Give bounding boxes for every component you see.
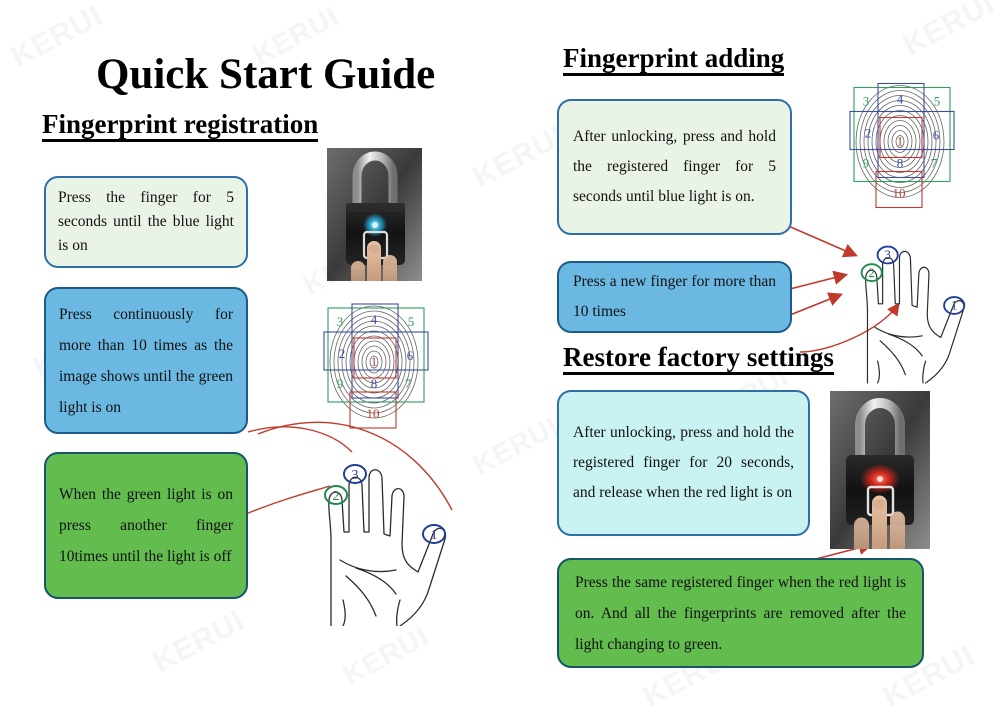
callout-restore-step-1: After unlocking, press and hold the regi… xyxy=(557,390,810,536)
quick-start-guide-page: KERUI KERUI KERUI KERUI KERUI KERUI KERU… xyxy=(0,0,1000,725)
zone-label: 3 xyxy=(337,314,344,329)
callout-adding-step-2: Press a new finger for more than 10 time… xyxy=(557,261,792,333)
fingerprint-zone-diagram: 1 2 3 4 5 6 7 8 9 10 xyxy=(838,78,968,216)
page-title: Quick Start Guide xyxy=(96,51,436,98)
zone-label: 8 xyxy=(897,156,904,171)
fingerprint-zone-diagram: 1 2 3 4 5 6 7 8 9 10 xyxy=(312,300,442,435)
zone-label: 5 xyxy=(408,314,415,329)
section-heading-restore: Restore factory settings xyxy=(563,343,834,376)
zone-label: 10 xyxy=(893,186,906,201)
zone-label: 9 xyxy=(337,376,344,391)
hand-marker-label: 3 xyxy=(885,248,891,262)
callout-registration-step-2: Press continuously for more than 10 time… xyxy=(44,287,248,434)
zone-label: 4 xyxy=(371,312,378,327)
hand-diagram: 1 2 3 xyxy=(838,228,998,388)
zone-label: 8 xyxy=(371,376,378,391)
zone-label: 6 xyxy=(933,128,940,143)
lock-photo-red-led xyxy=(830,391,930,549)
finger-markers: 1 2 3 xyxy=(860,245,966,315)
hand-marker-label: 3 xyxy=(352,468,359,483)
callout-text: Press continuously for more than 10 time… xyxy=(59,305,233,416)
callout-registration-step-1: Press the finger for 5 seconds until the… xyxy=(44,176,248,268)
finger-markers: 1 2 3 xyxy=(324,464,446,544)
zone-label: 9 xyxy=(863,156,870,171)
watermark: KERUI xyxy=(897,0,1000,63)
hand-marker-label: 2 xyxy=(333,489,340,504)
watermark: KERUI xyxy=(147,603,251,680)
watermark: KERUI xyxy=(467,118,571,195)
zone-label: 4 xyxy=(897,92,904,107)
hand-marker-label: 2 xyxy=(869,266,875,280)
zone-label: 6 xyxy=(407,348,414,363)
section-heading-registration: Fingerprint registration xyxy=(42,110,319,143)
zone-label: 1 xyxy=(897,134,904,149)
lock-photo-blue-led xyxy=(327,148,422,281)
hand-diagram: 1 2 3 xyxy=(296,448,486,626)
callout-text: Press the same registered finger when th… xyxy=(575,573,906,653)
callout-adding-step-1: After unlocking, press and hold the regi… xyxy=(557,99,792,235)
callout-restore-step-2: Press the same registered finger when th… xyxy=(557,558,924,668)
hand-outline xyxy=(865,250,965,384)
zone-label: 3 xyxy=(863,94,870,109)
watermark: KERUI xyxy=(337,620,434,691)
callout-text: After unlocking, press and hold the regi… xyxy=(573,128,776,205)
hand-marker-label: 1 xyxy=(431,528,438,543)
watermark: KERUI xyxy=(5,0,109,75)
zone-label: 7 xyxy=(405,376,412,391)
callout-text: When the green light is on press another… xyxy=(59,486,233,565)
callout-text: Press the finger for 5 seconds until the… xyxy=(58,188,234,255)
section-heading-adding: Fingerprint adding xyxy=(563,44,785,77)
zone-label: 2 xyxy=(339,346,346,361)
hand-marker-label: 1 xyxy=(951,299,957,313)
callout-registration-step-3: When the green light is on press another… xyxy=(44,452,248,599)
callout-text: Press a new finger for more than 10 time… xyxy=(573,272,776,320)
zone-label: 10 xyxy=(367,406,380,421)
callout-text: After unlocking, press and hold the regi… xyxy=(573,423,794,502)
zone-label: 1 xyxy=(371,354,378,369)
zone-label: 7 xyxy=(931,156,938,171)
zone-label: 2 xyxy=(865,126,872,141)
zone-label: 5 xyxy=(934,94,941,109)
